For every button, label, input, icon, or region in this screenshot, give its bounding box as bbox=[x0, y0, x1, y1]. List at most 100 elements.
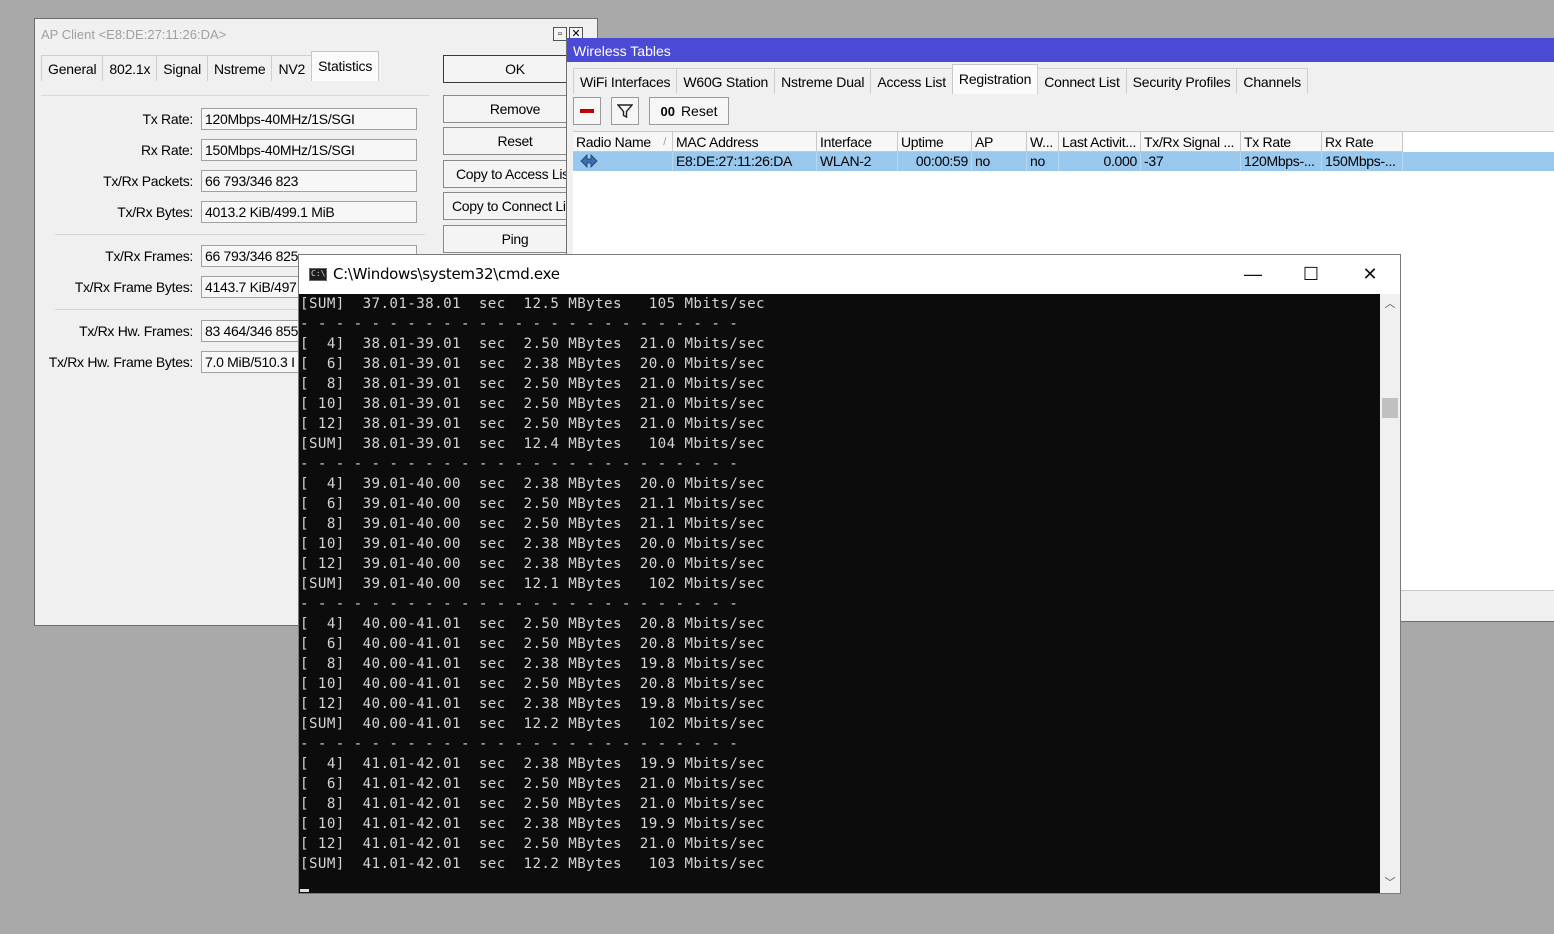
field-value: 150Mbps-40MHz/1S/SGI bbox=[201, 139, 417, 161]
wireless-tables-title-bar[interactable]: Wireless Tables bbox=[567, 38, 1554, 62]
console-line: [SUM] 39.01-40.00 sec 12.1 MBytes 102 Mb… bbox=[300, 576, 765, 592]
tab-statistics[interactable]: Statistics bbox=[311, 51, 380, 81]
cell-radio-name bbox=[573, 152, 673, 171]
cell-interface: WLAN-2 bbox=[817, 152, 898, 171]
console-line: [ 12] 39.01-40.00 sec 2.38 MBytes 20.0 M… bbox=[300, 556, 765, 572]
ap-client-title: AP Client <E8:DE:27:11:26:DA> bbox=[41, 27, 227, 42]
col-ap[interactable]: AP bbox=[972, 132, 1027, 152]
console-line: - - - - - - - - - - - - - - - - - - - - … bbox=[300, 456, 739, 472]
tab-nstreme[interactable]: Nstreme bbox=[206, 55, 273, 81]
col-last-activity[interactable]: Last Activit... bbox=[1059, 132, 1141, 152]
field-label: Tx/Rx Hw. Frame Bytes: bbox=[48, 354, 194, 370]
console-line: [ 10] 39.01-40.00 sec 2.38 MBytes 20.0 M… bbox=[300, 536, 765, 552]
console-line: [SUM] 37.01-38.01 sec 12.5 MBytes 105 Mb… bbox=[300, 296, 765, 312]
sort-asc-icon: / bbox=[663, 136, 666, 148]
col-radio-name[interactable]: Radio Name / bbox=[573, 132, 673, 152]
divider bbox=[55, 234, 425, 235]
console-line: - - - - - - - - - - - - - - - - - - - - … bbox=[300, 736, 739, 752]
scrollbar-thumb[interactable] bbox=[1382, 398, 1398, 418]
console-line: [ 6] 39.01-40.00 sec 2.50 MBytes 21.1 Mb… bbox=[300, 496, 765, 512]
col-interface[interactable]: Interface bbox=[817, 132, 898, 152]
field-label: Tx/Rx Frames: bbox=[105, 248, 193, 264]
console-line: [ 12] 41.01-42.01 sec 2.50 MBytes 21.0 M… bbox=[300, 836, 765, 852]
maximize-button[interactable]: ☐ bbox=[1282, 255, 1340, 294]
minus-icon bbox=[580, 109, 594, 113]
vertical-scrollbar[interactable]: ︿ ﹀ bbox=[1380, 294, 1400, 893]
chevron-down-icon[interactable]: ﹀ bbox=[1380, 873, 1400, 893]
cell-rx-rate: 150Mbps-... bbox=[1322, 152, 1403, 171]
console-line: [ 4] 41.01-42.01 sec 2.38 MBytes 19.9 Mb… bbox=[300, 756, 765, 772]
cell-ap: no bbox=[972, 152, 1027, 171]
console-line: [SUM] 40.00-41.01 sec 12.2 MBytes 102 Mb… bbox=[300, 716, 765, 732]
reset-counters-button[interactable]: 00 Reset bbox=[649, 97, 729, 125]
cmd-window: C:\ C:\Windows\system32\cmd.exe — ☐ ✕ [S… bbox=[298, 254, 1401, 894]
tab-nstreme-dual[interactable]: Nstreme Dual bbox=[774, 68, 872, 94]
console-line: [ 12] 40.00-41.01 sec 2.38 MBytes 19.8 M… bbox=[300, 696, 765, 712]
maximize-icon[interactable]: ▫ bbox=[553, 27, 567, 41]
col-signal[interactable]: Tx/Rx Signal ... bbox=[1141, 132, 1241, 152]
tab-security-profiles[interactable]: Security Profiles bbox=[1125, 68, 1238, 94]
field-label: Tx/Rx Hw. Frames: bbox=[79, 323, 193, 339]
console-line: [ 6] 40.00-41.01 sec 2.50 MBytes 20.8 Mb… bbox=[300, 636, 765, 652]
console-line: [ 12] 38.01-39.01 sec 2.50 MBytes 21.0 M… bbox=[300, 416, 765, 432]
wireless-client-icon bbox=[580, 154, 598, 168]
col-mac-address[interactable]: MAC Address bbox=[673, 132, 817, 152]
tab-nv2[interactable]: NV2 bbox=[271, 55, 313, 81]
console-output[interactable]: [SUM] 37.01-38.01 sec 12.5 MBytes 105 Mb… bbox=[299, 294, 1380, 893]
tab-access-list[interactable]: Access List bbox=[870, 68, 953, 94]
console-line: [ 10] 41.01-42.01 sec 2.38 MBytes 19.9 M… bbox=[300, 816, 765, 832]
console-line: [ 8] 40.00-41.01 sec 2.38 MBytes 19.8 Mb… bbox=[300, 656, 765, 672]
cell-signal: -37 bbox=[1141, 152, 1241, 171]
chevron-up-icon[interactable]: ︿ bbox=[1380, 294, 1400, 314]
col-tx-rate[interactable]: Tx Rate bbox=[1241, 132, 1322, 152]
console-line: [ 4] 38.01-39.01 sec 2.50 MBytes 21.0 Mb… bbox=[300, 336, 765, 352]
field-value: 120Mbps-40MHz/1S/SGI bbox=[201, 108, 417, 130]
field-label: Tx Rate: bbox=[142, 111, 193, 127]
console-line: [ 6] 41.01-42.01 sec 2.50 MBytes 21.0 Mb… bbox=[300, 776, 765, 792]
tab-w60g-station[interactable]: W60G Station bbox=[676, 68, 776, 94]
console-line: [SUM] 41.01-42.01 sec 12.2 MBytes 103 Mb… bbox=[300, 856, 765, 872]
tab-802-1x[interactable]: 802.1x bbox=[102, 55, 158, 81]
filter-button[interactable] bbox=[611, 97, 639, 125]
field-label: Rx Rate: bbox=[140, 142, 193, 158]
text-cursor bbox=[300, 889, 309, 892]
tab-general[interactable]: General bbox=[41, 55, 104, 81]
console-line: - - - - - - - - - - - - - - - - - - - - … bbox=[300, 316, 739, 332]
close-button[interactable]: ✕ bbox=[1341, 255, 1399, 294]
ap-client-title-bar[interactable]: AP Client <E8:DE:27:11:26:DA> bbox=[35, 19, 597, 49]
col-label: Radio Name bbox=[576, 134, 651, 150]
console-line: [ 8] 38.01-39.01 sec 2.50 MBytes 21.0 Mb… bbox=[300, 376, 765, 392]
tab-connect-list[interactable]: Connect List bbox=[1037, 68, 1127, 94]
reset-counters-label: Reset bbox=[680, 103, 718, 119]
table-header: Radio Name / MAC Address Interface Uptim… bbox=[573, 132, 1403, 152]
cell-last-activity: 0.000 bbox=[1059, 152, 1141, 171]
field-value: 4013.2 KiB/499.1 MiB bbox=[201, 201, 417, 223]
tab-signal[interactable]: Signal bbox=[156, 55, 208, 81]
tab-wifi-interfaces[interactable]: WiFi Interfaces bbox=[573, 68, 678, 94]
console-line: - - - - - - - - - - - - - - - - - - - - … bbox=[300, 596, 739, 612]
minimize-button[interactable]: — bbox=[1224, 255, 1282, 294]
counter-reset-icon: 00 bbox=[660, 103, 675, 119]
console-line: [ 8] 39.01-40.00 sec 2.50 MBytes 21.1 Mb… bbox=[300, 516, 765, 532]
cell-tx-rate: 120Mbps-... bbox=[1241, 152, 1322, 171]
wireless-tables-tabs: WiFi Interfaces W60G Station Nstreme Dua… bbox=[573, 64, 1308, 94]
col-wds[interactable]: W... bbox=[1027, 132, 1059, 152]
console-line: [ 8] 41.01-42.01 sec 2.50 MBytes 21.0 Mb… bbox=[300, 796, 765, 812]
cell-mac-address: E8:DE:27:11:26:DA bbox=[673, 152, 817, 171]
console-line: [ 6] 38.01-39.01 sec 2.38 MBytes 20.0 Mb… bbox=[300, 356, 765, 372]
col-uptime[interactable]: Uptime bbox=[898, 132, 972, 152]
table-row[interactable]: E8:DE:27:11:26:DA WLAN-2 00:00:59 no no … bbox=[573, 152, 1554, 171]
cmd-title: C:\Windows\system32\cmd.exe bbox=[333, 265, 560, 283]
tab-channels[interactable]: Channels bbox=[1236, 68, 1308, 94]
remove-tool-button[interactable] bbox=[573, 97, 601, 125]
cell-wds: no bbox=[1027, 152, 1059, 171]
console-line: [ 4] 39.01-40.00 sec 2.38 MBytes 20.0 Mb… bbox=[300, 476, 765, 492]
col-rx-rate[interactable]: Rx Rate bbox=[1322, 132, 1403, 152]
tab-registration[interactable]: Registration bbox=[951, 64, 1039, 94]
console-line: [SUM] 38.01-39.01 sec 12.4 MBytes 104 Mb… bbox=[300, 436, 765, 452]
field-label: Tx/Rx Packets: bbox=[103, 173, 193, 189]
console-line: [ 10] 38.01-39.01 sec 2.50 MBytes 21.0 M… bbox=[300, 396, 765, 412]
field-label: Tx/Rx Bytes: bbox=[117, 204, 193, 220]
cmd-title-bar[interactable]: C:\ C:\Windows\system32\cmd.exe — ☐ ✕ bbox=[299, 255, 1400, 294]
console-line: [ 10] 40.00-41.01 sec 2.50 MBytes 20.8 M… bbox=[300, 676, 765, 692]
